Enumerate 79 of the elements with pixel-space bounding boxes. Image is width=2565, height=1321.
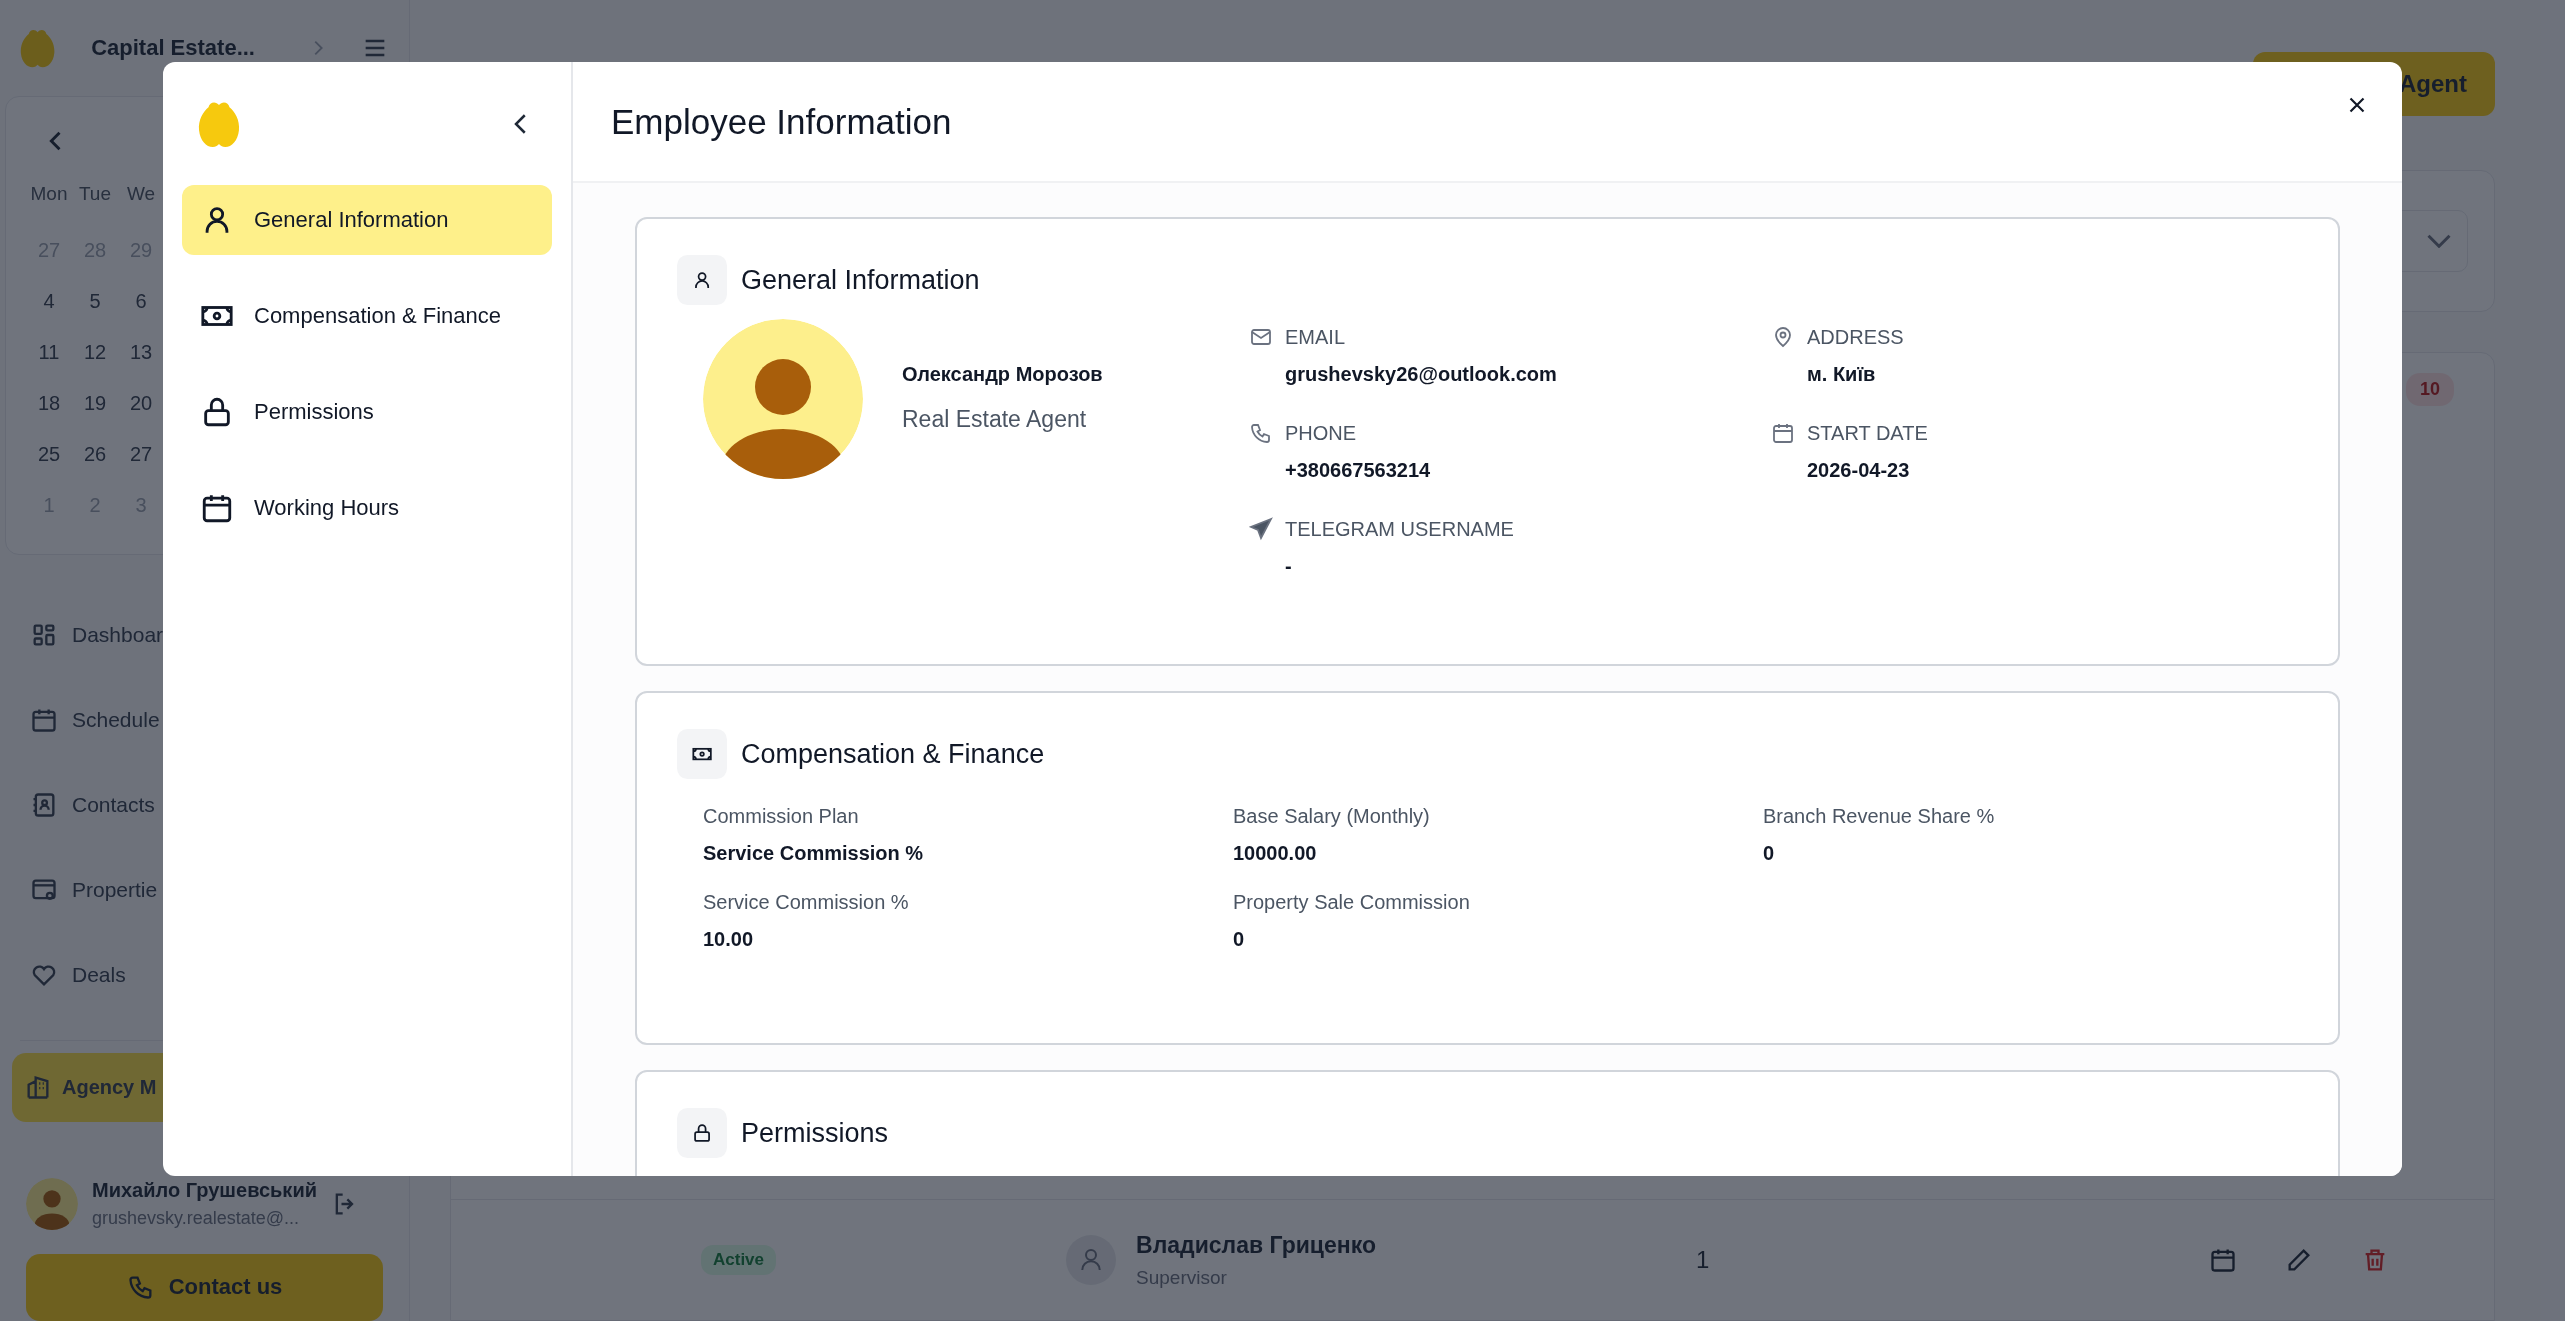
agent-name: Владислав Гриценко bbox=[1136, 1231, 1377, 1259]
section-tab[interactable]: General Information bbox=[182, 185, 552, 255]
section-title: Compensation & Finance bbox=[741, 738, 1045, 770]
field-label: TELEGRAM USERNAME bbox=[1285, 517, 1514, 541]
field-value: 2026-04-23 bbox=[1807, 459, 1911, 482]
calendar-day[interactable]: 26 bbox=[72, 442, 118, 494]
section-title: Permissions bbox=[741, 1117, 889, 1149]
section-tab[interactable]: Working Hours bbox=[182, 473, 552, 543]
field-label: Property Sale Commission bbox=[1233, 891, 1471, 914]
field-value: 0 bbox=[1763, 842, 1776, 865]
field-label: EMAIL bbox=[1285, 325, 1346, 349]
calendar-day[interactable]: 5 bbox=[72, 289, 118, 341]
nav-item[interactable]: Dashboar bbox=[0, 592, 409, 678]
field-value: +380667563214 bbox=[1285, 459, 1432, 482]
employee-name: Олександр Морозов bbox=[902, 363, 1104, 386]
calendar-day[interactable]: 27 bbox=[118, 442, 164, 494]
nav-label: Schedule bbox=[72, 708, 160, 733]
phone-icon bbox=[1249, 421, 1273, 445]
calendar-day[interactable]: 11 bbox=[26, 340, 72, 392]
count-badge: 10 bbox=[2405, 373, 2454, 406]
calendar-day[interactable]: 20 bbox=[118, 391, 164, 443]
table-cell: 1 bbox=[1696, 1246, 1710, 1274]
tab-label: General Information bbox=[254, 207, 449, 233]
tab-label: Working Hours bbox=[254, 495, 400, 521]
field-label: Base Salary (Monthly) bbox=[1233, 805, 1431, 828]
field-label: Service Commission % bbox=[703, 891, 910, 914]
nav-item[interactable]: Propertie bbox=[0, 847, 409, 933]
calendar-day[interactable]: 18 bbox=[26, 391, 72, 443]
field-label: ADDRESS bbox=[1807, 325, 1904, 349]
calendar-day[interactable]: 13 bbox=[118, 340, 164, 392]
avatar-icon bbox=[1066, 1235, 1117, 1285]
calendar-day[interactable]: 25 bbox=[26, 442, 72, 494]
weekday-label: Mon bbox=[29, 182, 69, 206]
field-label: Commission Plan bbox=[703, 805, 860, 828]
field-value: 10000.00 bbox=[1233, 842, 1318, 865]
brand-name: Capital Estate... bbox=[91, 34, 255, 61]
user-name: Михайло Грушевський bbox=[92, 1178, 317, 1202]
chevron-down-icon bbox=[2427, 234, 2451, 248]
calendar-day[interactable]: 12 bbox=[72, 340, 118, 392]
field-label: Branch Revenue Share % bbox=[1763, 805, 1996, 828]
nav-label: Dashboar bbox=[72, 623, 164, 648]
banknote-icon bbox=[677, 729, 727, 779]
user-email: grushevsky.realestate@... bbox=[92, 1207, 301, 1229]
field-value: 10.00 bbox=[703, 928, 755, 951]
tab-label: Permissions bbox=[254, 399, 374, 425]
user-icon bbox=[677, 255, 727, 305]
avatar-icon bbox=[26, 1177, 78, 1230]
nav-item[interactable]: Contacts bbox=[0, 762, 409, 848]
field-value: 0 bbox=[1233, 928, 1246, 951]
field-label: START DATE bbox=[1807, 421, 1928, 445]
section-title: General Information bbox=[741, 264, 980, 296]
field-value: grushevsky26@outlook.com bbox=[1285, 363, 1558, 386]
field-value: - bbox=[1285, 555, 1293, 578]
nav-label: Contacts bbox=[72, 793, 155, 818]
employee-role: Real Estate Agent bbox=[902, 406, 1088, 433]
weekday-label: We bbox=[125, 182, 157, 206]
avatar-icon bbox=[703, 319, 863, 479]
calendar-day[interactable]: 4 bbox=[26, 289, 72, 341]
contact-button[interactable]: Contact us bbox=[26, 1253, 383, 1321]
agent-role: Supervisor bbox=[1136, 1266, 1228, 1289]
paper-plane-icon bbox=[1249, 517, 1273, 541]
lock-icon bbox=[677, 1108, 727, 1158]
calendar-day[interactable]: 6 bbox=[118, 289, 164, 341]
weekday-label: Tue bbox=[77, 182, 112, 206]
nav-item[interactable]: Deals bbox=[0, 932, 409, 1018]
nav-label: Agency M bbox=[62, 1075, 157, 1099]
nav-label: Propertie bbox=[72, 878, 158, 903]
nav-label: Deals bbox=[72, 963, 126, 988]
section-tab[interactable]: Permissions bbox=[182, 377, 552, 447]
status-badge: Active bbox=[701, 1245, 777, 1275]
nav-item[interactable]: Schedule bbox=[0, 677, 409, 763]
field-label: PHONE bbox=[1285, 421, 1357, 445]
section-tab[interactable]: Compensation & Finance bbox=[182, 281, 552, 351]
calendar-icon bbox=[1771, 421, 1795, 445]
modal-title: Employee Information bbox=[611, 101, 952, 142]
tab-label: Compensation & Finance bbox=[254, 303, 502, 329]
field-value: Service Commission % bbox=[703, 842, 925, 865]
calendar-day[interactable]: 19 bbox=[72, 391, 118, 443]
field-value: м. Київ bbox=[1807, 363, 1877, 386]
